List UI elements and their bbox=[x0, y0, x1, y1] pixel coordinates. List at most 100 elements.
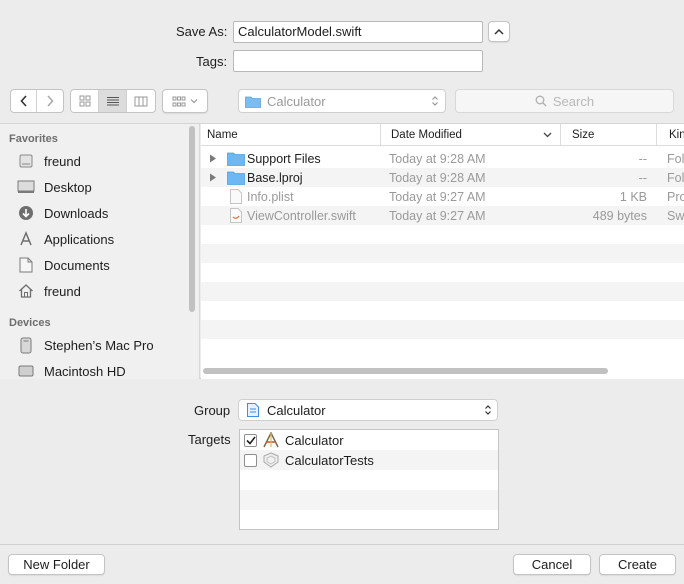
targets-list: Calculator CalculatorTests bbox=[239, 429, 499, 530]
sidebar-item-label: Applications bbox=[44, 231, 115, 247]
group-value: Calculator bbox=[267, 402, 326, 418]
empty-row bbox=[201, 320, 684, 339]
list-view-button[interactable] bbox=[99, 90, 127, 112]
sidebar-item-freund-home[interactable]: freund bbox=[17, 278, 187, 304]
test-target-icon bbox=[263, 452, 279, 468]
file-size: 1 KB bbox=[619, 189, 647, 204]
file-name: ViewController.swift bbox=[247, 208, 356, 223]
folder-icon bbox=[227, 152, 245, 166]
file-date: Today at 9:28 AM bbox=[389, 170, 486, 185]
folder-icon bbox=[245, 96, 261, 108]
target-checkbox[interactable] bbox=[244, 433, 257, 447]
empty-row bbox=[201, 301, 684, 320]
footer-divider bbox=[0, 544, 684, 545]
chevron-down-icon bbox=[190, 99, 198, 104]
column-header: Name Date Modified Size Kin bbox=[201, 124, 684, 146]
arrange-menu-button[interactable] bbox=[162, 89, 208, 113]
sidebar-item-macintosh-hd[interactable]: Macintosh HD bbox=[17, 358, 187, 379]
file-kind: Fol bbox=[667, 151, 684, 166]
file-list: Name Date Modified Size Kin Support File… bbox=[201, 124, 684, 379]
target-label: CalculatorTests bbox=[285, 452, 374, 468]
column-kind[interactable]: Kin bbox=[657, 124, 684, 146]
column-view-button[interactable] bbox=[127, 90, 155, 112]
save-as-field[interactable]: CalculatorModel.swift bbox=[233, 21, 483, 43]
file-date: Today at 9:27 AM bbox=[389, 189, 486, 204]
plist-file-icon bbox=[230, 189, 242, 204]
sidebar-item-downloads[interactable]: Downloads bbox=[17, 200, 187, 226]
grid-icon bbox=[79, 95, 90, 107]
applications-icon bbox=[17, 230, 35, 248]
chevron-up-icon bbox=[494, 28, 504, 35]
target-checkbox[interactable] bbox=[244, 453, 257, 467]
table-row[interactable]: Info.plist Today at 9:27 AM 1 KB Pro bbox=[201, 187, 684, 206]
column-size[interactable]: Size bbox=[561, 124, 657, 146]
search-icon bbox=[535, 95, 547, 107]
sidebar-item-label: freund bbox=[44, 283, 81, 299]
sidebar-item-documents[interactable]: Documents bbox=[17, 252, 187, 278]
columns-icon bbox=[134, 96, 148, 106]
hard-drive-icon bbox=[17, 152, 35, 170]
back-button[interactable] bbox=[11, 90, 37, 112]
tags-field[interactable] bbox=[233, 50, 483, 72]
target-row-calculatortests[interactable]: CalculatorTests bbox=[240, 450, 498, 470]
file-kind: Fol bbox=[667, 170, 684, 185]
sidebar-item-desktop[interactable]: Desktop bbox=[17, 174, 187, 200]
disclosure-triangle-icon[interactable] bbox=[209, 173, 217, 182]
chevron-right-icon bbox=[47, 95, 54, 107]
sidebar-item-freund-drive[interactable]: freund bbox=[17, 148, 187, 174]
location-popup[interactable]: Calculator bbox=[238, 89, 446, 113]
sidebar-item-label: Stephen’s Mac Pro bbox=[44, 337, 154, 353]
devices-header: Devices bbox=[9, 317, 51, 329]
hard-drive-icon bbox=[17, 362, 35, 379]
sidebar-item-label: Documents bbox=[44, 257, 110, 273]
updown-arrows-icon bbox=[485, 405, 491, 415]
arrange-grid-icon bbox=[172, 96, 186, 106]
group-popup[interactable]: Calculator bbox=[238, 399, 498, 421]
app-target-icon bbox=[263, 432, 279, 448]
column-date-modified-label: Date Modified bbox=[391, 129, 462, 141]
file-name: Info.plist bbox=[247, 189, 294, 204]
create-button[interactable]: Create bbox=[599, 554, 676, 575]
cancel-button[interactable]: Cancel bbox=[513, 554, 591, 575]
icon-view-button[interactable] bbox=[71, 90, 99, 112]
file-name: Base.lproj bbox=[247, 170, 303, 185]
targets-label: Targets bbox=[188, 432, 231, 447]
file-size: -- bbox=[638, 151, 647, 166]
back-forward-control bbox=[10, 89, 64, 113]
file-kind: Sw bbox=[667, 208, 684, 223]
chevron-left-icon bbox=[19, 95, 27, 107]
documents-icon bbox=[17, 256, 35, 274]
column-name[interactable]: Name bbox=[201, 124, 381, 146]
target-row-calculator[interactable]: Calculator bbox=[240, 430, 498, 450]
sidebar-item-mac-pro[interactable]: Stephen’s Mac Pro bbox=[17, 332, 187, 358]
file-size: 489 bytes bbox=[592, 208, 647, 223]
file-date: Today at 9:27 AM bbox=[389, 208, 486, 223]
sidebar-item-label: Downloads bbox=[44, 205, 109, 221]
table-row[interactable]: Support Files Today at 9:28 AM -- Fol bbox=[201, 149, 684, 168]
computer-icon bbox=[17, 336, 35, 354]
file-name: Support Files bbox=[247, 151, 321, 166]
downloads-icon bbox=[17, 204, 35, 222]
target-label: Calculator bbox=[285, 432, 344, 448]
sort-chevron-icon bbox=[543, 132, 552, 138]
sidebar-item-applications[interactable]: Applications bbox=[17, 226, 187, 252]
table-row[interactable]: ViewController.swift Today at 9:27 AM 48… bbox=[201, 206, 684, 225]
forward-button[interactable] bbox=[37, 90, 63, 112]
table-row[interactable]: Base.lproj Today at 9:28 AM -- Fol bbox=[201, 168, 684, 187]
horizontal-scrollbar[interactable] bbox=[203, 368, 608, 374]
sidebar-scrollbar[interactable] bbox=[189, 126, 195, 312]
search-placeholder: Search bbox=[552, 93, 595, 109]
column-date-modified[interactable]: Date Modified bbox=[381, 124, 561, 146]
collapse-dialog-button[interactable] bbox=[488, 21, 510, 42]
favorites-header: Favorites bbox=[9, 133, 58, 145]
group-folder-icon bbox=[247, 403, 259, 417]
empty-row bbox=[201, 282, 684, 301]
empty-row bbox=[240, 490, 498, 510]
file-kind: Pro bbox=[667, 189, 684, 204]
search-field[interactable]: Search bbox=[455, 89, 674, 113]
new-folder-button[interactable]: New Folder bbox=[8, 554, 105, 575]
sidebar-item-label: freund bbox=[44, 153, 81, 169]
swift-file-icon bbox=[230, 208, 242, 223]
location-label: Calculator bbox=[267, 93, 326, 109]
disclosure-triangle-icon[interactable] bbox=[209, 154, 217, 163]
